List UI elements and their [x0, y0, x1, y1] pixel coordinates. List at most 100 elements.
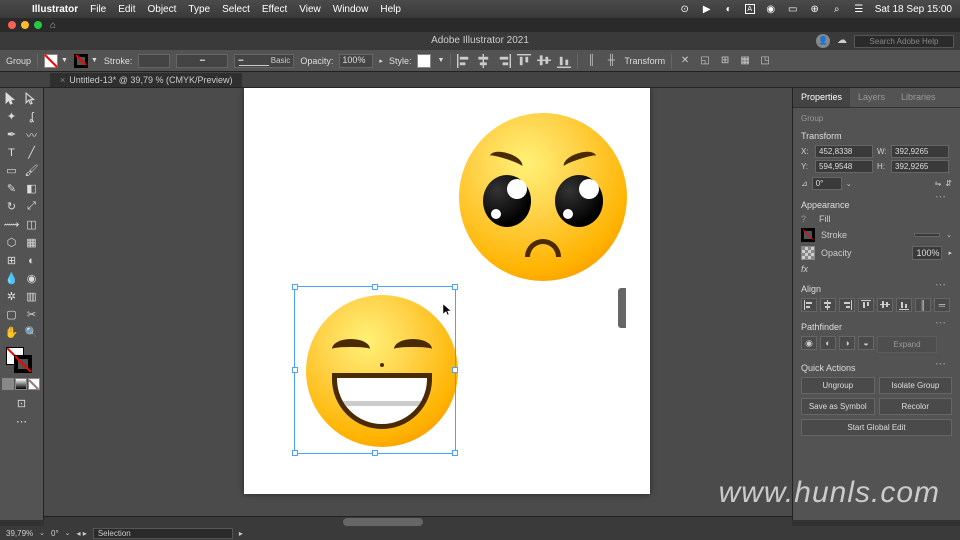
rotate-tool[interactable]: ↻ — [2, 198, 21, 215]
opacity-expand[interactable]: ▸ — [379, 57, 383, 65]
zoom-tool[interactable]: 🔍 — [22, 324, 41, 341]
misc-icon-3[interactable]: ⊞ — [718, 54, 732, 68]
status-icon-3[interactable]: ◐ — [723, 3, 735, 15]
magic-wand-tool[interactable]: ✦ — [2, 108, 21, 125]
angle-input[interactable]: 0° — [812, 177, 842, 190]
opacity-input[interactable]: 100% — [339, 54, 373, 68]
graph-tool[interactable]: ▥ — [22, 288, 41, 305]
zoom-value[interactable]: 39,79% — [6, 529, 33, 538]
status-icon-2[interactable]: ▶ — [701, 3, 713, 15]
fx-label[interactable]: fx — [801, 264, 808, 274]
stroke-weight-input[interactable] — [138, 54, 170, 68]
apple-icon[interactable] — [8, 3, 20, 15]
opacity-panel-input[interactable]: 100% — [912, 246, 942, 260]
width-tool[interactable]: ⟿ — [2, 216, 21, 233]
expand-button[interactable]: Expand — [877, 336, 937, 353]
status-icon-4[interactable]: A — [745, 4, 755, 14]
perspective-tool[interactable]: ▦ — [22, 234, 41, 251]
chevron-down-icon[interactable]: ▼ — [61, 57, 68, 64]
color-mode-row[interactable] — [2, 378, 41, 390]
align-left-panel[interactable] — [801, 298, 817, 312]
fill-swatch[interactable] — [44, 54, 58, 68]
home-icon[interactable]: ⌂ — [50, 20, 56, 31]
blend-tool[interactable]: ◉ — [22, 270, 41, 287]
dist-icon-1[interactable]: ║ — [584, 54, 598, 68]
lasso-tool[interactable]: ʆ — [22, 108, 41, 125]
h-input[interactable]: 392,9265 — [891, 160, 949, 173]
type-tool[interactable]: T — [2, 144, 21, 161]
tab-layers[interactable]: Layers — [850, 88, 893, 107]
flip-v-icon[interactable]: ⇵ — [945, 179, 952, 188]
w-input[interactable]: 392,9265 — [891, 145, 949, 158]
menu-effect[interactable]: Effect — [262, 4, 287, 15]
x-input[interactable]: 452,8338 — [815, 145, 873, 158]
dist-icon-2[interactable]: ╫ — [604, 54, 618, 68]
direct-selection-tool[interactable] — [22, 90, 41, 107]
app-name[interactable]: Illustrator — [32, 4, 78, 15]
gradient-tool[interactable]: ◐ — [22, 252, 41, 269]
dist-h-panel[interactable]: ║ — [915, 298, 931, 312]
stroke-swatch[interactable] — [74, 54, 88, 68]
tab-properties[interactable]: Properties — [793, 88, 850, 107]
document-tab[interactable]: × Untitled-13* @ 39,79 % (CMYK/Preview) — [50, 73, 242, 87]
user-avatar[interactable]: 👤 — [816, 34, 830, 48]
dist-v-panel[interactable]: ═ — [934, 298, 950, 312]
traffic-lights[interactable] — [8, 21, 42, 29]
stroke-weight-panel[interactable] — [914, 233, 940, 237]
misc-icon-5[interactable]: ◳ — [758, 54, 772, 68]
menu-select[interactable]: Select — [222, 4, 250, 15]
screen-mode-tool[interactable]: ⊡ — [2, 395, 41, 412]
flip-h-icon[interactable]: ⇋ — [935, 179, 942, 188]
misc-icon-2[interactable]: ◱ — [698, 54, 712, 68]
global-edit-button[interactable]: Start Global Edit — [801, 419, 952, 436]
minus-front-icon[interactable]: ◐ — [820, 336, 836, 350]
pen-tool[interactable]: ✒ — [2, 126, 21, 143]
search-icon[interactable]: ⌕ — [831, 3, 843, 15]
intersect-icon[interactable]: ◑ — [839, 336, 855, 350]
menu-type[interactable]: Type — [188, 4, 210, 15]
status-icon-5[interactable]: ◉ — [765, 3, 777, 15]
align-hc-panel[interactable] — [820, 298, 836, 312]
eraser-tool[interactable]: ◧ — [22, 180, 41, 197]
unite-icon[interactable]: ◉ — [801, 336, 817, 350]
wifi-icon[interactable]: ⊕ — [809, 3, 821, 15]
artboard-tool[interactable]: ▢ — [2, 306, 21, 323]
shape-builder-tool[interactable]: ⬡ — [2, 234, 21, 251]
exclude-icon[interactable]: ◒ — [858, 336, 874, 350]
misc-icon-4[interactable]: ▦ — [738, 54, 752, 68]
save-symbol-button[interactable]: Save as Symbol — [801, 398, 875, 415]
ungroup-button[interactable]: Ungroup — [801, 377, 875, 394]
stroke-profile[interactable]: ━ — [176, 54, 228, 68]
rectangle-tool[interactable]: ▭ — [2, 162, 21, 179]
paintbrush-tool[interactable]: 🖌 — [22, 162, 41, 179]
menu-window[interactable]: Window — [333, 4, 369, 15]
misc-icon-1[interactable]: ✕ — [678, 54, 692, 68]
chevron-down-icon[interactable]: ▼ — [91, 57, 98, 64]
line-tool[interactable]: ╱ — [22, 144, 41, 161]
status-icon-1[interactable]: ⊙ — [679, 3, 691, 15]
control-center-icon[interactable]: ☰ — [853, 3, 865, 15]
rotate-value[interactable]: 0° — [51, 529, 59, 538]
align-bottom-panel[interactable] — [896, 298, 912, 312]
clock[interactable]: Sat 18 Sep 15:00 — [875, 4, 952, 15]
align-vc-icon[interactable] — [537, 54, 551, 68]
edit-toolbar[interactable]: ⋯ — [2, 413, 41, 430]
symbol-tool[interactable]: ✲ — [2, 288, 21, 305]
curvature-tool[interactable]: 〰 — [22, 126, 41, 143]
scale-tool[interactable]: ⤢ — [22, 198, 41, 215]
menu-edit[interactable]: Edit — [118, 4, 135, 15]
align-hc-icon[interactable] — [477, 54, 491, 68]
free-transform-tool[interactable]: ◫ — [22, 216, 41, 233]
brush-def[interactable]: ━ Basic — [234, 54, 294, 68]
menu-file[interactable]: File — [90, 4, 106, 15]
mesh-tool[interactable]: ⊞ — [2, 252, 21, 269]
align-right-panel[interactable] — [839, 298, 855, 312]
y-input[interactable]: 594,9548 — [815, 160, 873, 173]
menu-view[interactable]: View — [299, 4, 321, 15]
menu-object[interactable]: Object — [147, 4, 176, 15]
stroke-swatch-panel[interactable] — [801, 228, 815, 242]
isolate-button[interactable]: Isolate Group — [879, 377, 953, 394]
align-left-icon[interactable] — [457, 54, 471, 68]
close-icon[interactable]: × — [60, 75, 65, 85]
fill-stroke-control[interactable] — [2, 345, 41, 375]
